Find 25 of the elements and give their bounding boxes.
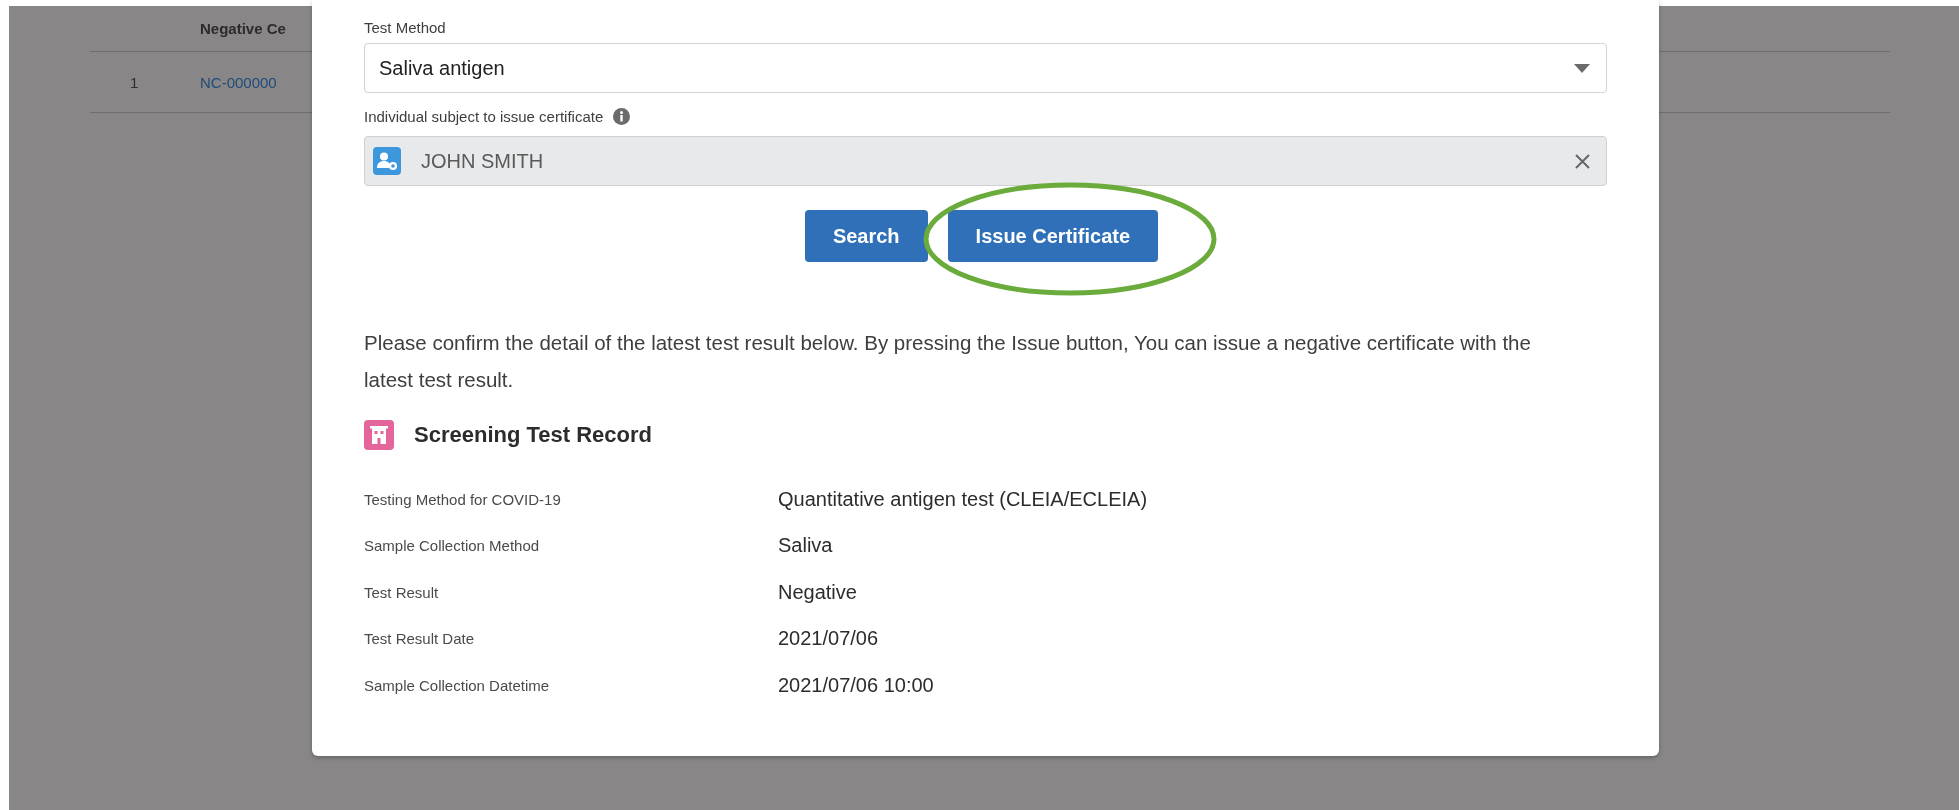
field-label: Sample Collection Datetime [364, 676, 551, 694]
field-label: Sample Collection Method [364, 537, 541, 555]
subject-lookup-field[interactable]: JOHN SMITH [364, 136, 1607, 186]
caret-icon [1574, 63, 1590, 73]
person-icon [373, 147, 401, 175]
field-label: Testing Method for COVID-19 [364, 490, 562, 508]
test-method-dropdown[interactable]: Saliva antigen [364, 43, 1607, 93]
field-label: Test Result [364, 583, 440, 601]
section-title: Screening Test Record [414, 422, 652, 448]
close-icon[interactable] [1575, 153, 1590, 169]
issue-certificate-button[interactable]: Issue Certificate [947, 210, 1159, 262]
field-label: Individual subject to issue certificate [364, 107, 604, 125]
field-value: 2021/07/06 10:00 [778, 673, 934, 697]
instruction-text: Please confirm the detail of the latest test result below. By pressing the Issue button, You can issue a negative certificate with the latest test result. [364, 330, 1532, 393]
field-value: 2021/07/06 [778, 627, 879, 651]
column-header: Negative Ce [200, 20, 286, 37]
field-value: Quantitative antigen test (CLEIA/ECLEIA) [778, 487, 1148, 511]
field-value: Saliva [778, 534, 833, 558]
search-button[interactable]: Search [804, 210, 928, 262]
field-value: Negative [778, 580, 857, 604]
row-number: 1 [129, 73, 140, 91]
field-label: Test Result Date [364, 630, 476, 648]
field-label: Test Method [364, 18, 446, 36]
building-icon [364, 420, 394, 450]
info-icon [613, 107, 631, 125]
